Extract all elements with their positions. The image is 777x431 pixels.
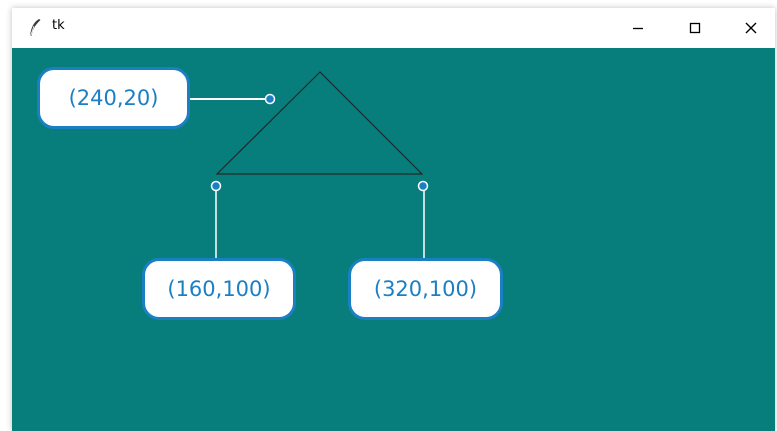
- coordinate-label-top: (240,20): [37, 67, 190, 129]
- close-button[interactable]: [728, 8, 774, 48]
- minimize-icon: [632, 19, 644, 38]
- coordinate-label-left: (160,100): [142, 258, 296, 320]
- window-title: tk: [52, 18, 65, 33]
- minimize-button[interactable]: [615, 8, 661, 48]
- tk-window: tk (240,20) (160,100) (320,100): [12, 8, 775, 431]
- maximize-icon: [689, 19, 701, 38]
- tk-canvas[interactable]: (240,20) (160,100) (320,100): [12, 48, 775, 431]
- vertex-marker-right: [417, 180, 429, 192]
- maximize-button[interactable]: [672, 8, 718, 48]
- vertex-marker-top: [264, 93, 276, 105]
- coordinate-label-right: (320,100): [348, 258, 503, 320]
- feather-icon: [28, 18, 42, 38]
- vertex-marker-left: [210, 180, 222, 192]
- close-icon: [745, 19, 757, 38]
- title-bar[interactable]: tk: [12, 8, 775, 48]
